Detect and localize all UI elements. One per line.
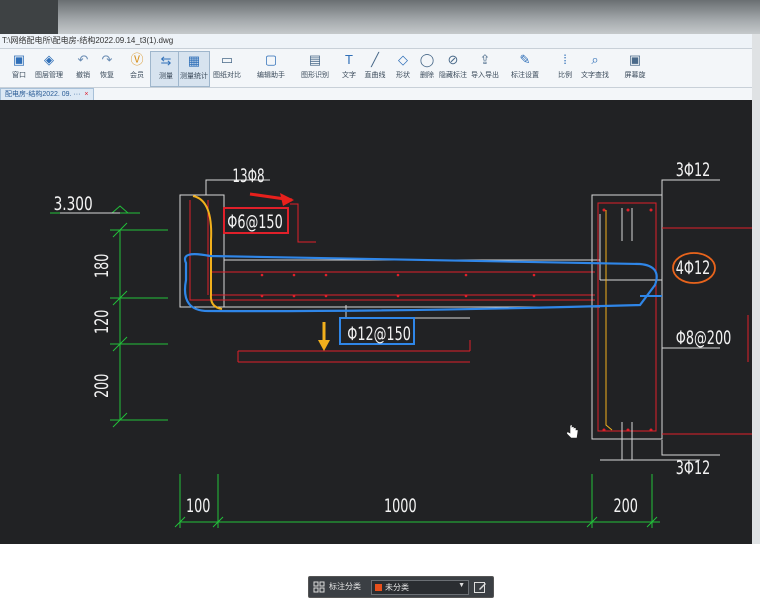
scale-icon: ⁞: [563, 52, 567, 67]
column-bottom-label: 3Φ12: [676, 456, 711, 479]
category-color-swatch: [375, 584, 382, 591]
drawing-canvas[interactable]: 3.300 13Φ8 Φ6@150 Φ12@150 3Φ12 4Φ12 Φ8@2…: [0, 100, 752, 598]
rotate-screen-icon: ▣: [628, 52, 642, 67]
cad-drawing: 3.300 13Φ8 Φ6@150 Φ12@150 3Φ12 4Φ12 Φ8@2…: [50, 158, 752, 528]
toolbar: ▣ 窗口 ◈ 图层管理 ↶ 撤销 ↷ 恢复 Ⓥ 会员 ⇆ 测量 ▦ 测量统计 ▭ 图纸对比 ▢ 编辑助手 ▤ 图形识别…: [0, 49, 752, 88]
dimensions: [50, 205, 660, 528]
toolbar-button-measure-stats[interactable]: ▦ 测量统计: [178, 51, 210, 87]
tab-bar: 配电房-结构2022. 09. ··· ×: [0, 88, 752, 101]
layers-icon: ◈: [44, 52, 54, 67]
classify-value: 未分类: [385, 583, 409, 592]
toolbar-button-scale[interactable]: ⁞ 比例: [550, 51, 580, 85]
toolbar-button-layers[interactable]: ◈ 图层管理: [34, 51, 64, 85]
eraser-icon: ◯: [419, 52, 435, 67]
edit-icon[interactable]: [473, 580, 487, 594]
bezel-top: [0, 0, 760, 34]
dim-1000-label: 1000: [384, 494, 417, 517]
import-export-icon: ⇪: [479, 52, 491, 67]
toolbar-button-label: 图纸对比: [213, 72, 241, 79]
dim-200h-label: 200: [614, 494, 638, 517]
shape-icon: ◇: [398, 52, 408, 67]
hand-cursor-icon: [566, 424, 579, 439]
toolbar-button-vip[interactable]: Ⓥ 会员: [122, 51, 152, 85]
toolbar-button-text-search[interactable]: ⌕ 文字查找: [580, 51, 610, 85]
toolbar-button-hide-annotation[interactable]: ⊘ 隐藏标注: [438, 51, 468, 85]
toolbar-button-label: 测量统计: [180, 73, 208, 80]
toolbar-button-recognize[interactable]: ▤ 图形识别: [300, 51, 330, 85]
toolbar-button-label: 标注设置: [511, 72, 539, 79]
toolbar-button-label: 窗口: [12, 72, 26, 79]
bezel-corner: [0, 0, 58, 34]
window-icon: ▣: [12, 52, 26, 67]
vip-icon: Ⓥ: [130, 52, 144, 67]
title-bar: T:\网络配电所\配电房-结构2022.09.14_t3(1).dwg: [0, 34, 752, 49]
recognize-icon: ▤: [308, 52, 322, 67]
toolbar-button-label: 隐藏标注: [439, 72, 467, 79]
toolbar-button-label: 图形识别: [301, 72, 329, 79]
app-window: T:\网络配电所\配电房-结构2022.09.14_t3(1).dwg ▣ 窗口 ◈…: [0, 34, 752, 598]
measure-icon: ⇆: [160, 53, 172, 68]
toolbar-button-label: 比例: [558, 72, 572, 79]
grid-icon[interactable]: [313, 581, 325, 593]
tab-close-icon[interactable]: ×: [84, 91, 88, 98]
toolbar-button-window[interactable]: ▣ 窗口: [4, 51, 34, 85]
window-title: T:\网络配电所\配电房-结构2022.09.14_t3(1).dwg: [2, 36, 174, 45]
toolbar-button-label: 图层管理: [35, 72, 63, 79]
toolbar-button-compare[interactable]: ▭ 图纸对比: [212, 51, 242, 85]
elevation-label: 3.300: [54, 193, 93, 215]
bezel-right: [752, 34, 760, 544]
compare-icon: ▭: [220, 52, 234, 67]
toolbar-button-label: 屏幕旋: [624, 72, 646, 79]
toolbar-button-line[interactable]: ╱ 直曲线: [360, 51, 390, 85]
classify-label: 标注分类: [329, 582, 361, 591]
text-icon: T: [345, 52, 353, 67]
toolbar-button-rotate-screen[interactable]: ▣ 屏幕旋: [620, 51, 650, 85]
hide-annotation-icon: ⊘: [447, 52, 459, 67]
drawing-labels: 3.300 13Φ8 Φ6@150 Φ12@150 3Φ12 4Φ12 Φ8@2…: [54, 158, 732, 517]
column-rebar-dots: [602, 208, 653, 432]
toolbar-button-label: 文字查找: [581, 72, 609, 79]
slab-bottom-label: Φ12@150: [347, 322, 411, 345]
undo-icon: ↶: [77, 52, 89, 67]
toolbar-button-label: 测量: [159, 73, 173, 80]
dim-120-label: 120: [90, 310, 113, 334]
rebar-dots: [260, 273, 536, 298]
toolbar-button-redo[interactable]: ↷ 恢复: [92, 51, 122, 85]
top-bar-label: 13Φ8: [232, 165, 264, 187]
classify-select[interactable]: 未分类 ▼: [371, 580, 469, 595]
line-icon: ╱: [371, 52, 379, 67]
annotation-settings-icon: ✎: [519, 52, 531, 67]
toolbar-button-label: 导入导出: [471, 72, 499, 79]
classify-bar: 标注分类 未分类 ▼: [308, 576, 494, 598]
column-mid-label: 4Φ12: [676, 256, 711, 279]
chevron-down-icon: ▼: [458, 582, 465, 589]
toolbar-button-label: 恢复: [100, 72, 114, 79]
column-stirrup-mark: [605, 210, 613, 431]
measure-stats-icon: ▦: [187, 53, 201, 68]
column-top-label: 3Φ12: [676, 158, 711, 181]
toolbar-button-label: 会员: [130, 72, 144, 79]
redo-icon: ↷: [101, 52, 113, 67]
column-stirrup-label: Φ8@200: [676, 326, 731, 349]
text-search-icon: ⌕: [591, 52, 599, 67]
toolbar-button-label: 编辑助手: [257, 72, 285, 79]
toolbar-button-import-export[interactable]: ⇪ 导入导出: [470, 51, 500, 85]
stirrup-label: Φ6@150: [227, 210, 282, 233]
toolbar-button-annotation-settings[interactable]: ✎ 标注设置: [510, 51, 540, 85]
dim-100-label: 100: [186, 494, 210, 517]
toolbar-button-edit-assistant[interactable]: ▢ 编辑助手: [256, 51, 286, 85]
dim-200v-label: 200: [90, 374, 113, 398]
toolbar-button-label: 直曲线: [364, 72, 386, 79]
tab-label: 配电房-结构2022. 09. ···: [5, 91, 81, 98]
dim-180-label: 180: [90, 254, 113, 278]
edit-assistant-icon: ▢: [264, 52, 278, 67]
